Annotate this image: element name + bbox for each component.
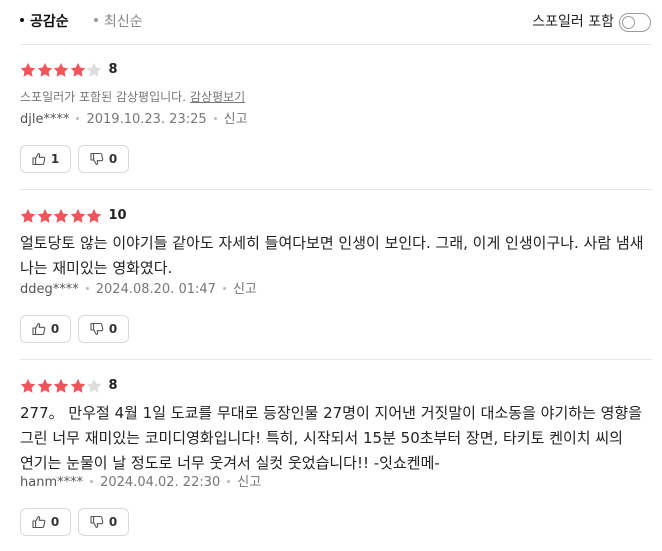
star-filled-icon — [20, 208, 36, 224]
rating: 8 — [20, 62, 118, 78]
vote-actions: 1 0 — [20, 145, 136, 173]
like-count: 0 — [50, 515, 60, 529]
star-filled-icon — [37, 208, 53, 224]
thumbs-up-icon — [32, 515, 51, 529]
review-date: 2024.08.20. 01:47 — [95, 282, 216, 297]
dislike-button[interactable]: 0 — [78, 508, 129, 536]
dislike-count: 0 — [108, 515, 118, 529]
dislike-count: 0 — [108, 152, 118, 166]
thumbs-up-icon — [32, 322, 51, 336]
star-rating — [20, 62, 103, 78]
star-filled-icon — [20, 378, 36, 394]
rating-score: 10 — [108, 208, 127, 223]
review-meta: djle**** 2019.10.23. 23:25 신고 — [20, 111, 248, 129]
like-button[interactable]: 0 — [20, 508, 71, 536]
view-review-link[interactable]: 감상평보기 — [190, 90, 245, 104]
separator-dot — [90, 480, 94, 483]
separator-dot — [227, 480, 231, 483]
thumbs-up-icon — [32, 152, 51, 166]
review-meta: hanm**** 2024.04.02. 22:30 신고 — [20, 474, 261, 492]
report-link[interactable]: 신고 — [233, 282, 257, 297]
separator-dot — [85, 287, 89, 290]
spoiler-toggle-switch[interactable] — [619, 13, 651, 32]
review-list-page: 공감순 최신순 스포일러 포함 8 스포일러가 포함된 감상평입니다. 감상평보기… — [0, 0, 662, 551]
vote-actions: 0 0 — [20, 508, 136, 536]
vote-actions: 0 0 — [20, 315, 136, 343]
separator-dot — [213, 117, 217, 120]
toggle-knob — [621, 15, 635, 29]
spoiler-notice: 스포일러가 포함된 감상평입니다. 감상평보기 — [20, 89, 245, 105]
separator-dot — [222, 287, 226, 290]
like-count: 0 — [50, 322, 60, 336]
divider — [20, 359, 652, 360]
rating: 10 — [20, 208, 127, 224]
star-filled-icon — [20, 62, 36, 78]
user-id: djle**** — [20, 112, 70, 127]
star-rating — [20, 208, 103, 224]
star-empty-icon — [86, 62, 102, 78]
star-filled-icon — [53, 62, 69, 78]
star-filled-icon — [53, 378, 69, 394]
divider — [20, 189, 652, 190]
star-filled-icon — [37, 62, 53, 78]
like-button[interactable]: 1 — [20, 145, 71, 173]
star-rating — [20, 378, 103, 394]
report-link[interactable]: 신고 — [237, 475, 261, 490]
star-empty-icon — [86, 378, 102, 394]
sort-by-latest-label: 최신순 — [104, 14, 143, 30]
separator-dot — [76, 117, 80, 120]
report-link[interactable]: 신고 — [224, 112, 248, 127]
user-id: hanm**** — [20, 475, 84, 490]
review-text: 얼토당토 않는 이야기들 같아도 자세히 들여다보면 인생이 보인다. 그래, … — [20, 234, 644, 277]
thumbs-down-icon — [90, 322, 109, 336]
sort-by-likes-label: 공감순 — [30, 14, 69, 30]
rating-score: 8 — [108, 62, 118, 77]
bullet-icon — [20, 18, 24, 22]
rating-score: 8 — [108, 378, 118, 393]
dislike-count: 0 — [108, 322, 118, 336]
spoiler-toggle-label: 스포일러 포함 — [532, 14, 614, 30]
dislike-button[interactable]: 0 — [78, 145, 129, 173]
star-filled-icon — [53, 208, 69, 224]
star-filled-icon — [70, 378, 86, 394]
star-filled-icon — [37, 378, 53, 394]
rating: 8 — [20, 378, 118, 394]
star-filled-icon — [70, 62, 86, 78]
star-filled-icon — [86, 208, 102, 224]
sort-by-likes[interactable]: 공감순 — [20, 13, 69, 31]
review-text: 277。 만우절 4월 1일 도쿄를 무대로 등장인물 27명이 지어낸 거짓말… — [20, 404, 643, 472]
star-filled-icon — [70, 208, 86, 224]
review-date: 2024.04.02. 22:30 — [100, 475, 221, 490]
sort-bar: 공감순 최신순 스포일러 포함 — [0, 0, 662, 44]
thumbs-down-icon — [90, 152, 109, 166]
bullet-icon — [94, 18, 98, 22]
like-button[interactable]: 0 — [20, 315, 71, 343]
like-count: 1 — [50, 152, 60, 166]
user-id: ddeg**** — [20, 282, 79, 297]
divider — [20, 44, 652, 45]
sort-by-latest[interactable]: 최신순 — [94, 13, 143, 31]
review-meta: ddeg**** 2024.08.20. 01:47 신고 — [20, 281, 257, 299]
spoiler-notice-text: 스포일러가 포함된 감상평입니다. — [20, 90, 187, 104]
thumbs-down-icon — [90, 515, 109, 529]
review-date: 2019.10.23. 23:25 — [86, 112, 207, 127]
dislike-button[interactable]: 0 — [78, 315, 129, 343]
